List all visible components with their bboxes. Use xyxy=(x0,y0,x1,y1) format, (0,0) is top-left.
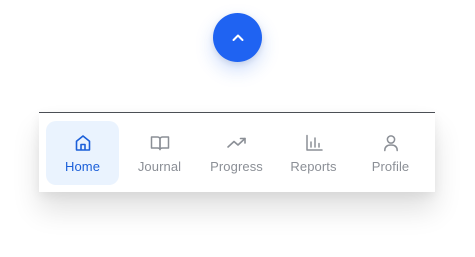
nav-item-label: Journal xyxy=(137,158,182,174)
nav-item-label: Progress xyxy=(210,158,263,174)
home-icon xyxy=(72,132,94,154)
nav-item-label: Reports xyxy=(290,158,337,174)
nav-item-reports[interactable]: Reports xyxy=(277,121,350,185)
nav-item-progress[interactable]: Progress xyxy=(200,121,273,185)
nav-item-label: Profile xyxy=(371,158,410,174)
trending-up-icon xyxy=(226,132,248,154)
nav-item-journal[interactable]: Journal xyxy=(123,121,196,185)
bottom-navigation-bar: Home Journal Progress Reports Profile xyxy=(39,112,435,192)
scroll-to-top-button[interactable] xyxy=(213,13,262,62)
bar-chart-icon xyxy=(303,132,325,154)
nav-item-profile[interactable]: Profile xyxy=(354,121,427,185)
nav-item-home[interactable]: Home xyxy=(46,120,119,185)
chevron-up-icon xyxy=(230,30,246,46)
user-icon xyxy=(380,132,402,154)
nav-item-label: Home xyxy=(64,158,101,174)
book-icon xyxy=(149,132,171,154)
app-screen: Home Journal Progress Reports Profile xyxy=(0,0,475,257)
